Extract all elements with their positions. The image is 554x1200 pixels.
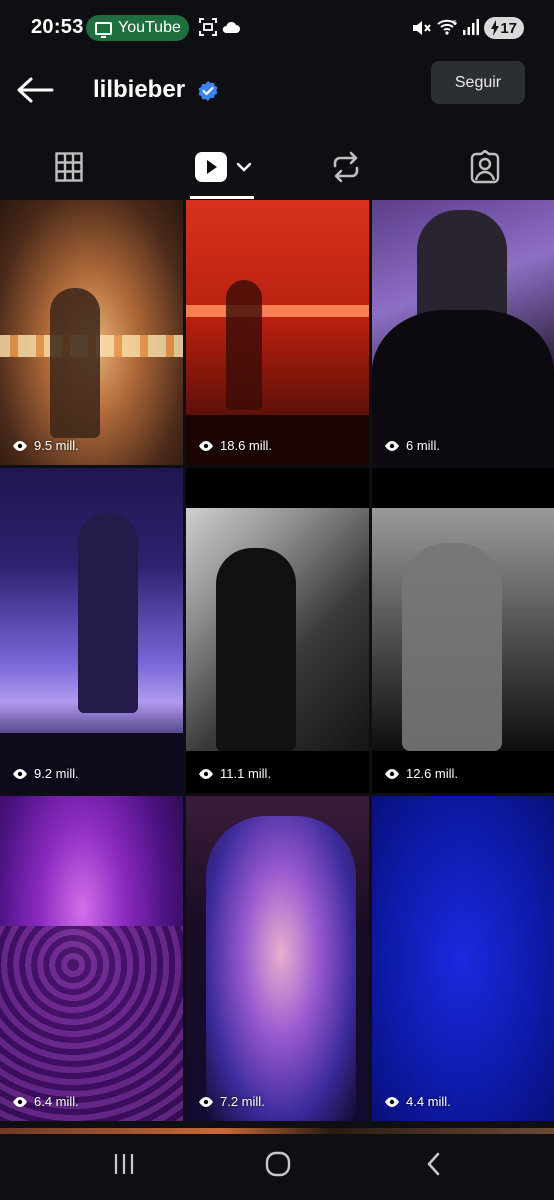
- reel-view-count: 9.2 mill.: [34, 766, 79, 781]
- wifi-icon: 5: [437, 19, 457, 35]
- eye-icon: [199, 1096, 213, 1107]
- reel-view-count: 11.1 mill.: [220, 766, 272, 781]
- reel-thumbnail[interactable]: 9.5 mill.: [0, 200, 183, 465]
- chevron-down-icon: [236, 162, 251, 172]
- eye-icon: [199, 440, 213, 451]
- tab-tagged[interactable]: [462, 134, 508, 200]
- cloud-icon: [222, 21, 240, 33]
- reel-thumbnail[interactable]: 9.2 mill.: [0, 468, 183, 793]
- reels-play-icon: [194, 152, 227, 182]
- status-bar: 20:53 YouTube 5 17: [0, 0, 554, 56]
- recent-apps-button[interactable]: [104, 1148, 144, 1180]
- reel-thumbnail[interactable]: 7.2 mill.: [186, 796, 369, 1121]
- charging-icon: [491, 20, 499, 36]
- reel-view-count: 12.6 mill.: [406, 766, 459, 781]
- eye-icon: [13, 1096, 27, 1107]
- eye-icon: [385, 768, 399, 779]
- signal-icon: [463, 19, 479, 35]
- profile-username: lilbieber: [93, 76, 186, 103]
- follow-button[interactable]: Seguir: [431, 61, 525, 104]
- reel-view-count: 18.6 mill.: [220, 438, 273, 453]
- tagged-person-icon: [470, 150, 500, 184]
- reel-view-count: 6.4 mill.: [34, 1094, 79, 1109]
- reel-thumbnail[interactable]: 4.4 mill.: [372, 796, 554, 1121]
- home-icon: [265, 1151, 291, 1177]
- tab-reposts[interactable]: [326, 134, 366, 200]
- back-arrow-icon[interactable]: [16, 76, 54, 104]
- mute-icon: [413, 21, 431, 35]
- svg-text:5: 5: [453, 20, 457, 27]
- back-button[interactable]: [414, 1148, 454, 1180]
- youtube-pill-label: YouTube: [118, 19, 181, 36]
- reel-view-count: 4.4 mill.: [406, 1094, 451, 1109]
- grid-icon: [55, 152, 83, 182]
- recent-apps-icon: [114, 1154, 134, 1174]
- active-tab-indicator: [190, 196, 254, 199]
- verified-badge-icon: [198, 81, 218, 101]
- reel-thumbnail[interactable]: 12.6 mill.: [372, 468, 554, 793]
- reel-thumbnail[interactable]: 18.6 mill.: [186, 200, 369, 465]
- system-nav-bar: [0, 1128, 554, 1200]
- battery-level: 17: [500, 19, 517, 37]
- profile-tabs: [0, 134, 554, 200]
- profile-header: lilbieber Seguir: [0, 56, 554, 134]
- eye-icon: [13, 440, 27, 451]
- reel-thumbnail[interactable]: 11.1 mill.: [186, 468, 369, 793]
- repost-icon: [333, 151, 359, 183]
- battery-indicator: 17: [484, 17, 524, 39]
- tv-icon: [95, 21, 112, 38]
- eye-icon: [385, 440, 399, 451]
- eye-icon: [13, 768, 27, 779]
- reel-view-count: 9.5 mill.: [34, 438, 79, 453]
- tab-grid[interactable]: [40, 134, 98, 200]
- youtube-pill[interactable]: YouTube: [86, 15, 189, 41]
- reel-thumbnail[interactable]: 6 mill.: [372, 200, 554, 465]
- eye-icon: [199, 768, 213, 779]
- home-button[interactable]: [258, 1148, 298, 1180]
- screen-record-icon: [199, 18, 217, 36]
- status-time: 20:53: [31, 16, 84, 38]
- reel-view-count: 7.2 mill.: [220, 1094, 265, 1109]
- back-chevron-icon: [427, 1152, 440, 1176]
- next-row-preview: [0, 1128, 554, 1134]
- tab-reels[interactable]: [188, 134, 258, 200]
- reel-view-count: 6 mill.: [406, 438, 440, 453]
- reel-thumbnail[interactable]: 6.4 mill.: [0, 796, 183, 1121]
- eye-icon: [385, 1096, 399, 1107]
